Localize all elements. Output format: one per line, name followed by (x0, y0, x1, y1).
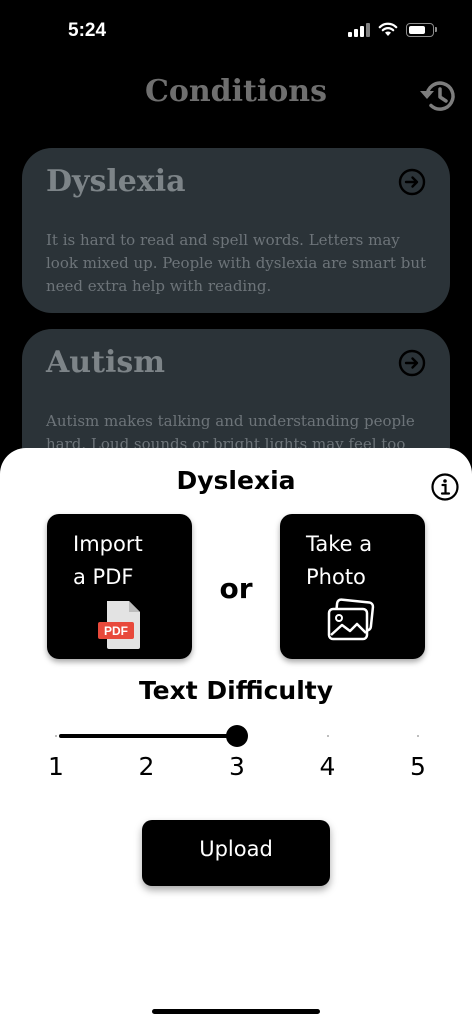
difficulty-label-5: 5 (410, 752, 426, 781)
info-button[interactable] (430, 472, 460, 502)
upload-sheet: Dyslexia Import a PDF PDF or Take a Phot… (0, 448, 472, 1024)
card-title: Autism (46, 345, 165, 380)
battery-level (409, 25, 425, 34)
page-title: Conditions (144, 74, 328, 109)
take-photo-label: Take a Photo (306, 532, 373, 589)
card-description: It is hard to read and spell words. Lett… (46, 231, 427, 295)
take-photo-button[interactable]: Take a Photo (280, 514, 425, 659)
home-indicator (152, 1009, 320, 1014)
difficulty-label-3: 3 (229, 752, 245, 781)
status-icons (348, 22, 437, 37)
difficulty-label-1: 1 (48, 752, 64, 781)
history-button[interactable] (418, 76, 462, 116)
slider-tick (326, 735, 329, 737)
info-icon (431, 473, 459, 501)
wifi-icon (378, 22, 398, 36)
condition-card-dyslexia[interactable]: Dyslexia It is hard to read and spell wo… (22, 148, 450, 313)
upload-button[interactable]: Upload (142, 820, 330, 886)
arrow-right-circle-icon[interactable] (398, 349, 426, 377)
cellular-signal-icon (348, 22, 370, 37)
difficulty-label-2: 2 (138, 752, 155, 781)
slider-thumb[interactable] (226, 725, 248, 747)
slider-track-active (59, 734, 237, 738)
slider-tick (55, 735, 57, 737)
slider-tick (417, 735, 419, 737)
difficulty-label-4: 4 (319, 752, 336, 781)
difficulty-slider[interactable] (55, 724, 419, 748)
status-bar: 5:24 (0, 0, 472, 62)
status-time: 5:24 (68, 20, 107, 41)
battery-icon (406, 22, 437, 37)
arrow-right-circle-icon[interactable] (398, 168, 426, 196)
sheet-title: Dyslexia (176, 466, 296, 495)
photo-gallery-icon (327, 598, 375, 641)
text-difficulty-title: Text Difficulty (138, 676, 334, 705)
pdf-file-icon: PDF (98, 601, 140, 649)
pdf-badge: PDF (104, 624, 128, 638)
card-title: Dyslexia (46, 164, 186, 199)
history-icon (420, 81, 455, 111)
